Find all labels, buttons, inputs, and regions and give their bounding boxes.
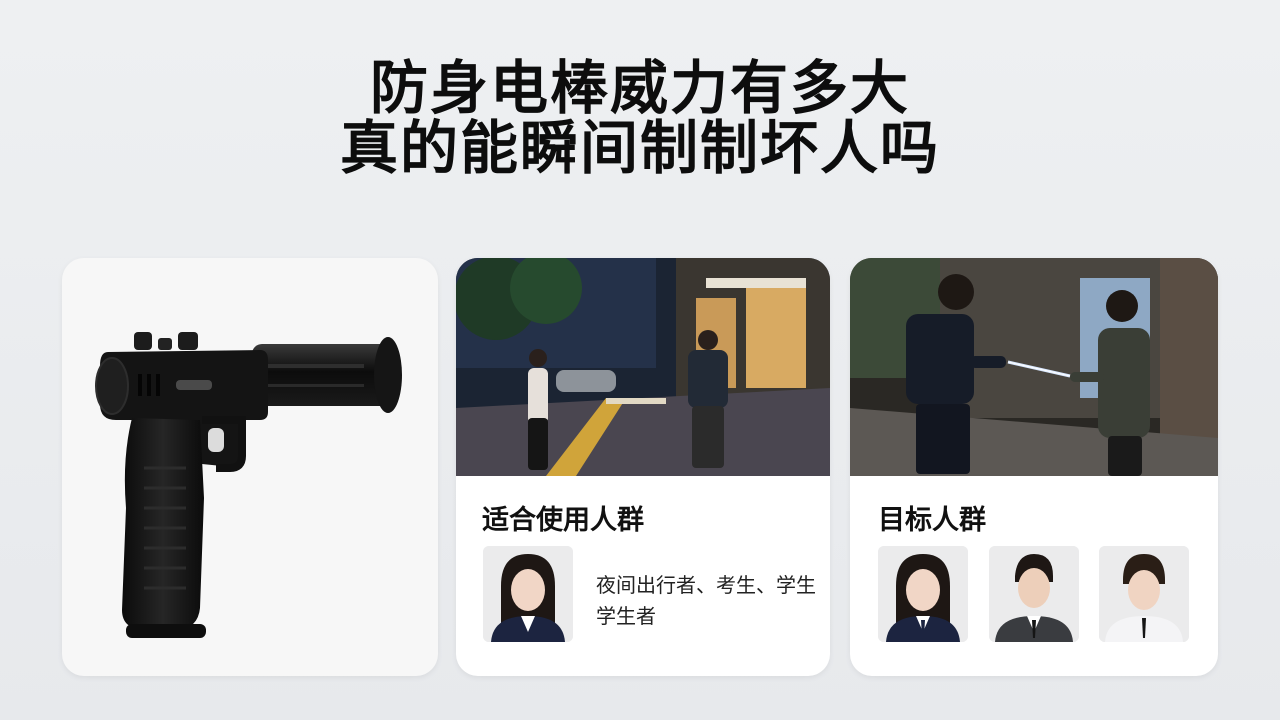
headline: 防身电棒威力有多大 真的能瞬间制制坏人吗 xyxy=(0,58,1280,178)
target-people-card: 目标人群 xyxy=(850,258,1218,676)
suitable-users-title: 适合使用人群 xyxy=(482,505,644,536)
suitable-users-description: 夜间出行者、考生、学生学生者 xyxy=(596,573,816,628)
female-student-portrait-icon xyxy=(483,546,573,642)
headline-line-1: 防身电棒威力有多大 xyxy=(369,54,910,122)
stun-gun-icon xyxy=(92,328,412,648)
headline-line-2: 真的能瞬间制制坏人吗 xyxy=(339,114,940,182)
night-street-photo-icon xyxy=(456,258,830,476)
target-people-title: 目标人群 xyxy=(878,505,986,536)
female-portrait-icon xyxy=(878,546,968,642)
guard-and-woman-night-photo-icon xyxy=(850,258,1218,476)
male-shirt-portrait-icon xyxy=(1099,546,1189,642)
suitable-users-card: 适合使用人群 夜间出行者、考生、学生学生者 xyxy=(456,258,830,676)
male-suit-portrait-icon xyxy=(989,546,1079,642)
product-card xyxy=(62,258,438,676)
